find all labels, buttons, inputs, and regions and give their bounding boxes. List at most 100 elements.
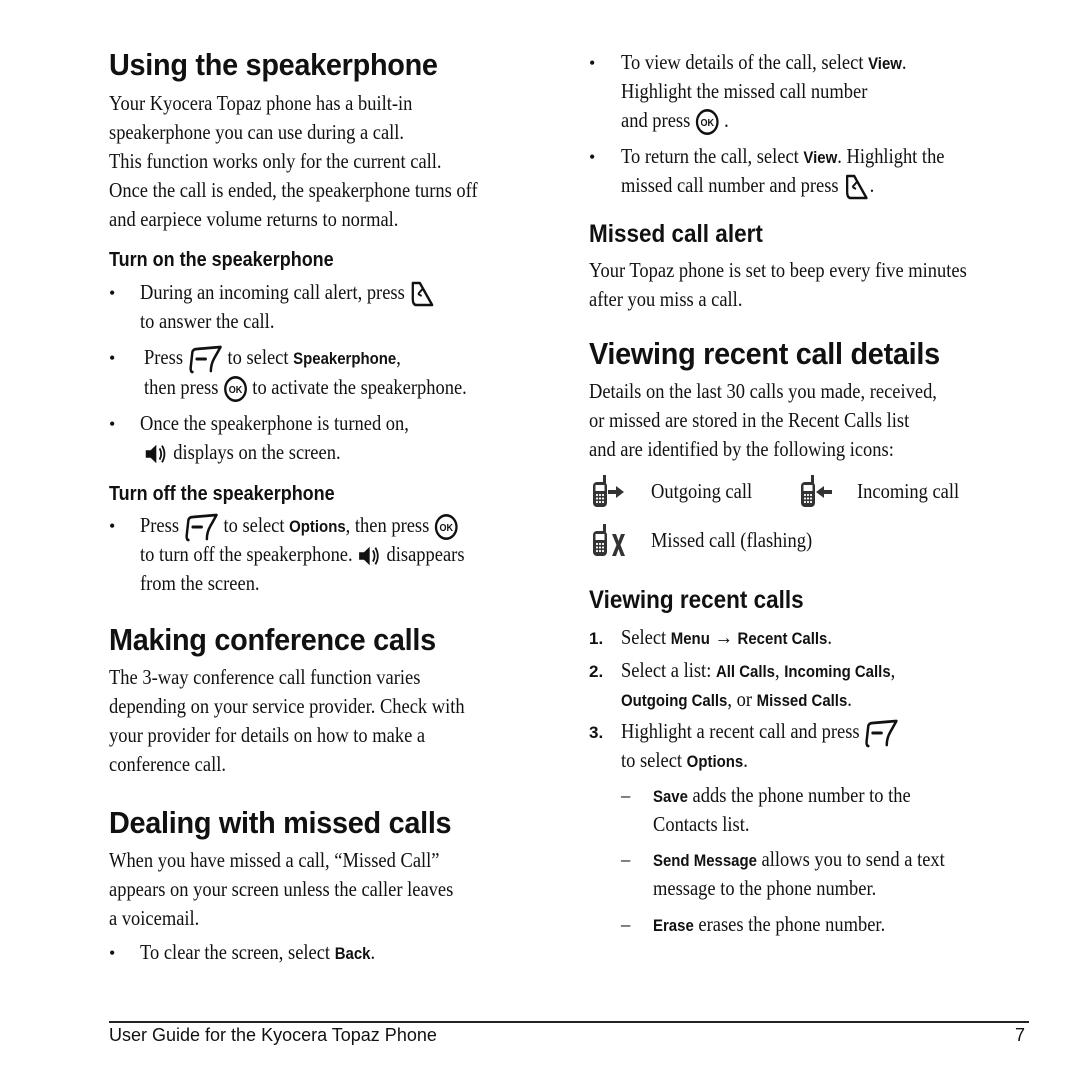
recent-step-2-cont: Outgoing Calls, or Missed Calls. [621, 685, 852, 715]
speakerphone-intro-line: and earpiece volume returns to normal. [109, 207, 399, 231]
text: Select a list: [621, 658, 712, 682]
option-save-cont: Contacts list. [653, 812, 750, 836]
menu-option-menu: Menu [670, 629, 710, 648]
page-number: 7 [1014, 1025, 1025, 1045]
text: . [724, 108, 729, 132]
text: adds the phone number to the [692, 783, 911, 807]
missed-body-line: appears on your screen unless the caller… [109, 877, 454, 901]
incoming-call-legend [799, 475, 835, 516]
missed-alert-line: after you miss a call. [589, 287, 743, 311]
menu-option-recent-calls: Recent Calls [737, 629, 828, 648]
subheading-missed-alert: Missed call alert [589, 220, 763, 248]
turn-on-step-1-cont: to answer the call. [140, 309, 275, 333]
recent-step-3-cont: to select Options. [621, 746, 748, 776]
subheading-turn-off: Turn off the speakerphone [109, 483, 335, 505]
turn-on-step-2-cont: then press to activate the speakerphone. [144, 373, 467, 403]
arrow-right-icon: → [714, 625, 733, 649]
speakerphone-intro-line: This function works only for the current… [109, 149, 442, 173]
speaker-icon [357, 544, 382, 568]
text: . [827, 625, 832, 649]
ok-key-icon [434, 513, 459, 541]
bullet: • [109, 283, 116, 303]
section-title-missed: Dealing with missed calls [109, 805, 452, 840]
menu-option-options: Options [289, 517, 346, 536]
step-number: 3. [589, 723, 604, 742]
option-erase: Erase erases the phone number. [653, 910, 885, 940]
conference-body-line: your provider for details on how to make… [109, 723, 426, 747]
step-number: 2. [589, 662, 604, 681]
turn-on-step-2: Press to select Speakerphone, [144, 343, 401, 374]
text: , or [727, 687, 753, 711]
text: , [396, 345, 401, 369]
recent-details-line: Details on the last 30 calls you made, r… [589, 379, 937, 403]
view-bullet-1-cont: and press . [621, 106, 729, 136]
text: . [901, 50, 907, 74]
bullet: • [109, 943, 116, 963]
footer-rule [109, 1021, 1029, 1023]
text: and press [621, 108, 691, 132]
view-bullet-1: To view details of the call, select View… [621, 48, 907, 78]
speakerphone-intro-line: Your Kyocera Topaz phone has a built-in [109, 91, 413, 115]
recent-step-2: Select a list: All Calls, Incoming Calls… [621, 658, 896, 682]
text: to select [223, 513, 285, 537]
speakerphone-intro-line: speakerphone you can use during a call. [109, 120, 405, 144]
section-title-speakerphone: Using the speakerphone [109, 47, 438, 82]
send-talk-key-icon [843, 172, 869, 202]
recent-details-line: and are identified by the following icon… [589, 437, 894, 461]
missed-alert-line: Your Topaz phone is set to beep every fi… [589, 258, 967, 282]
menu-option-speakerphone: Speakerphone [293, 349, 397, 368]
text: erases the phone number. [698, 912, 886, 936]
section-title-conference: Making conference calls [109, 622, 436, 657]
footer-title: User Guide for the Kyocera Topaz Phone [109, 1025, 437, 1045]
right-softkey-icon [864, 718, 899, 748]
speaker-icon [144, 442, 169, 466]
dash: – [621, 912, 631, 936]
recent-step-1: Select Menu → Recent Calls. [621, 623, 832, 653]
turn-off-step-cont: from the screen. [140, 571, 260, 595]
step-number: 1. [589, 629, 604, 648]
speakerphone-intro-line: Once the call is ended, the speakerphone… [109, 178, 478, 202]
menu-option-view: View [868, 54, 902, 73]
option-name: Save [653, 787, 688, 806]
text: . [370, 940, 376, 964]
recent-step-3: Highlight a recent call and press [621, 717, 899, 748]
send-talk-key-icon [409, 279, 435, 309]
text: To return the call, select [621, 144, 799, 168]
recent-details-line: or missed are stored in the Recent Calls… [589, 408, 910, 432]
menu-option-all-calls: All Calls [715, 662, 775, 681]
text: To view details of the call, select [621, 50, 864, 74]
menu-option-missed-calls: Missed Calls [756, 691, 848, 710]
missed-call-icon [593, 524, 625, 556]
text: . [743, 748, 748, 772]
ok-key-icon [223, 375, 248, 403]
option-save: Save adds the phone number to the [653, 781, 911, 811]
incoming-call-label: Incoming call [857, 479, 960, 503]
dash: – [621, 783, 631, 807]
missed-body-line: a voicemail. [109, 906, 200, 930]
section-title-recent-details: Viewing recent call details [589, 336, 940, 371]
bullet: • [109, 414, 116, 434]
text: , then press [345, 513, 430, 537]
text: To clear the screen, select [140, 940, 331, 964]
right-softkey-icon [188, 344, 223, 374]
conference-body-line: depending on your service provider. Chec… [109, 694, 465, 718]
menu-option-options: Options [686, 752, 744, 771]
text: disappears [386, 542, 465, 566]
missed-call-legend [591, 524, 627, 565]
dash: – [621, 847, 631, 871]
menu-option-view: View [803, 148, 838, 167]
option-send-message-cont: message to the phone number. [653, 876, 877, 900]
outgoing-call-legend [591, 475, 627, 516]
text: . [847, 687, 852, 711]
menu-option-incoming-calls: Incoming Calls [784, 662, 891, 681]
conference-body-line: The 3-way conference call function varie… [109, 665, 421, 689]
bullet: • [109, 516, 116, 536]
menu-option-back: Back [334, 944, 371, 963]
text: Highlight a recent call and press [621, 719, 860, 743]
outgoing-call-label: Outgoing call [651, 479, 753, 503]
conference-body-line: conference call. [109, 752, 226, 776]
incoming-call-icon [801, 475, 832, 507]
missed-body-line: When you have missed a call, “Missed Cal… [109, 848, 440, 872]
text: . [869, 173, 875, 197]
right-softkey-icon [184, 512, 219, 542]
